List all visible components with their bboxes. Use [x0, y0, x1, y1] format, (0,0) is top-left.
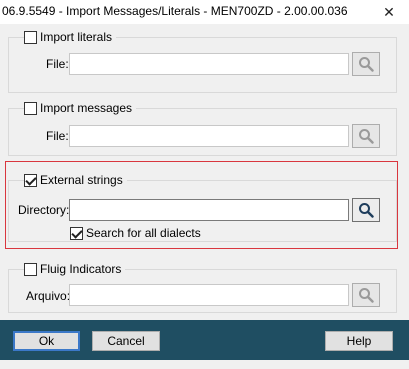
fluig-search-button[interactable] [352, 283, 380, 307]
search-icon [359, 129, 374, 144]
fluig-file-input[interactable] [69, 284, 349, 306]
highlight-frame [5, 161, 398, 249]
ok-button[interactable]: Ok [13, 331, 80, 351]
fluig-indicators-label: Fluig Indicators [40, 262, 122, 276]
literals-file-input[interactable] [69, 53, 349, 75]
search-icon [359, 57, 374, 72]
literals-search-button[interactable] [352, 52, 380, 76]
import-literals-checkbox[interactable] [24, 30, 37, 44]
help-button[interactable]: Help [325, 331, 393, 351]
import-messages-group: Import messages File: [8, 100, 397, 156]
import-messages-header[interactable]: Import messages [24, 100, 137, 116]
arquivo-label: Arquivo: [26, 289, 71, 303]
import-messages-checkbox[interactable] [24, 101, 37, 115]
search-icon [359, 288, 374, 303]
cancel-button[interactable]: Cancel [92, 331, 160, 351]
import-messages-label: Import messages [40, 101, 133, 115]
fluig-indicators-checkbox[interactable] [24, 262, 37, 276]
button-bar: Ok Cancel Help [0, 320, 409, 360]
import-literals-label: Import literals [40, 30, 113, 44]
fluig-indicators-group: Fluig Indicators Arquivo: [8, 261, 397, 313]
close-icon[interactable]: ✕ [375, 0, 403, 24]
import-literals-header[interactable]: Import literals [24, 29, 117, 45]
fluig-indicators-header[interactable]: Fluig Indicators [24, 261, 126, 277]
messages-search-button[interactable] [352, 124, 380, 148]
file-label: File: [46, 57, 69, 71]
file-label: File: [46, 129, 69, 143]
messages-file-input[interactable] [69, 125, 349, 147]
window-title: 06.9.5549 - Import Messages/Literals - M… [2, 4, 348, 18]
import-literals-group: Import literals File: [8, 29, 397, 93]
title-bar: 06.9.5549 - Import Messages/Literals - M… [0, 0, 409, 24]
